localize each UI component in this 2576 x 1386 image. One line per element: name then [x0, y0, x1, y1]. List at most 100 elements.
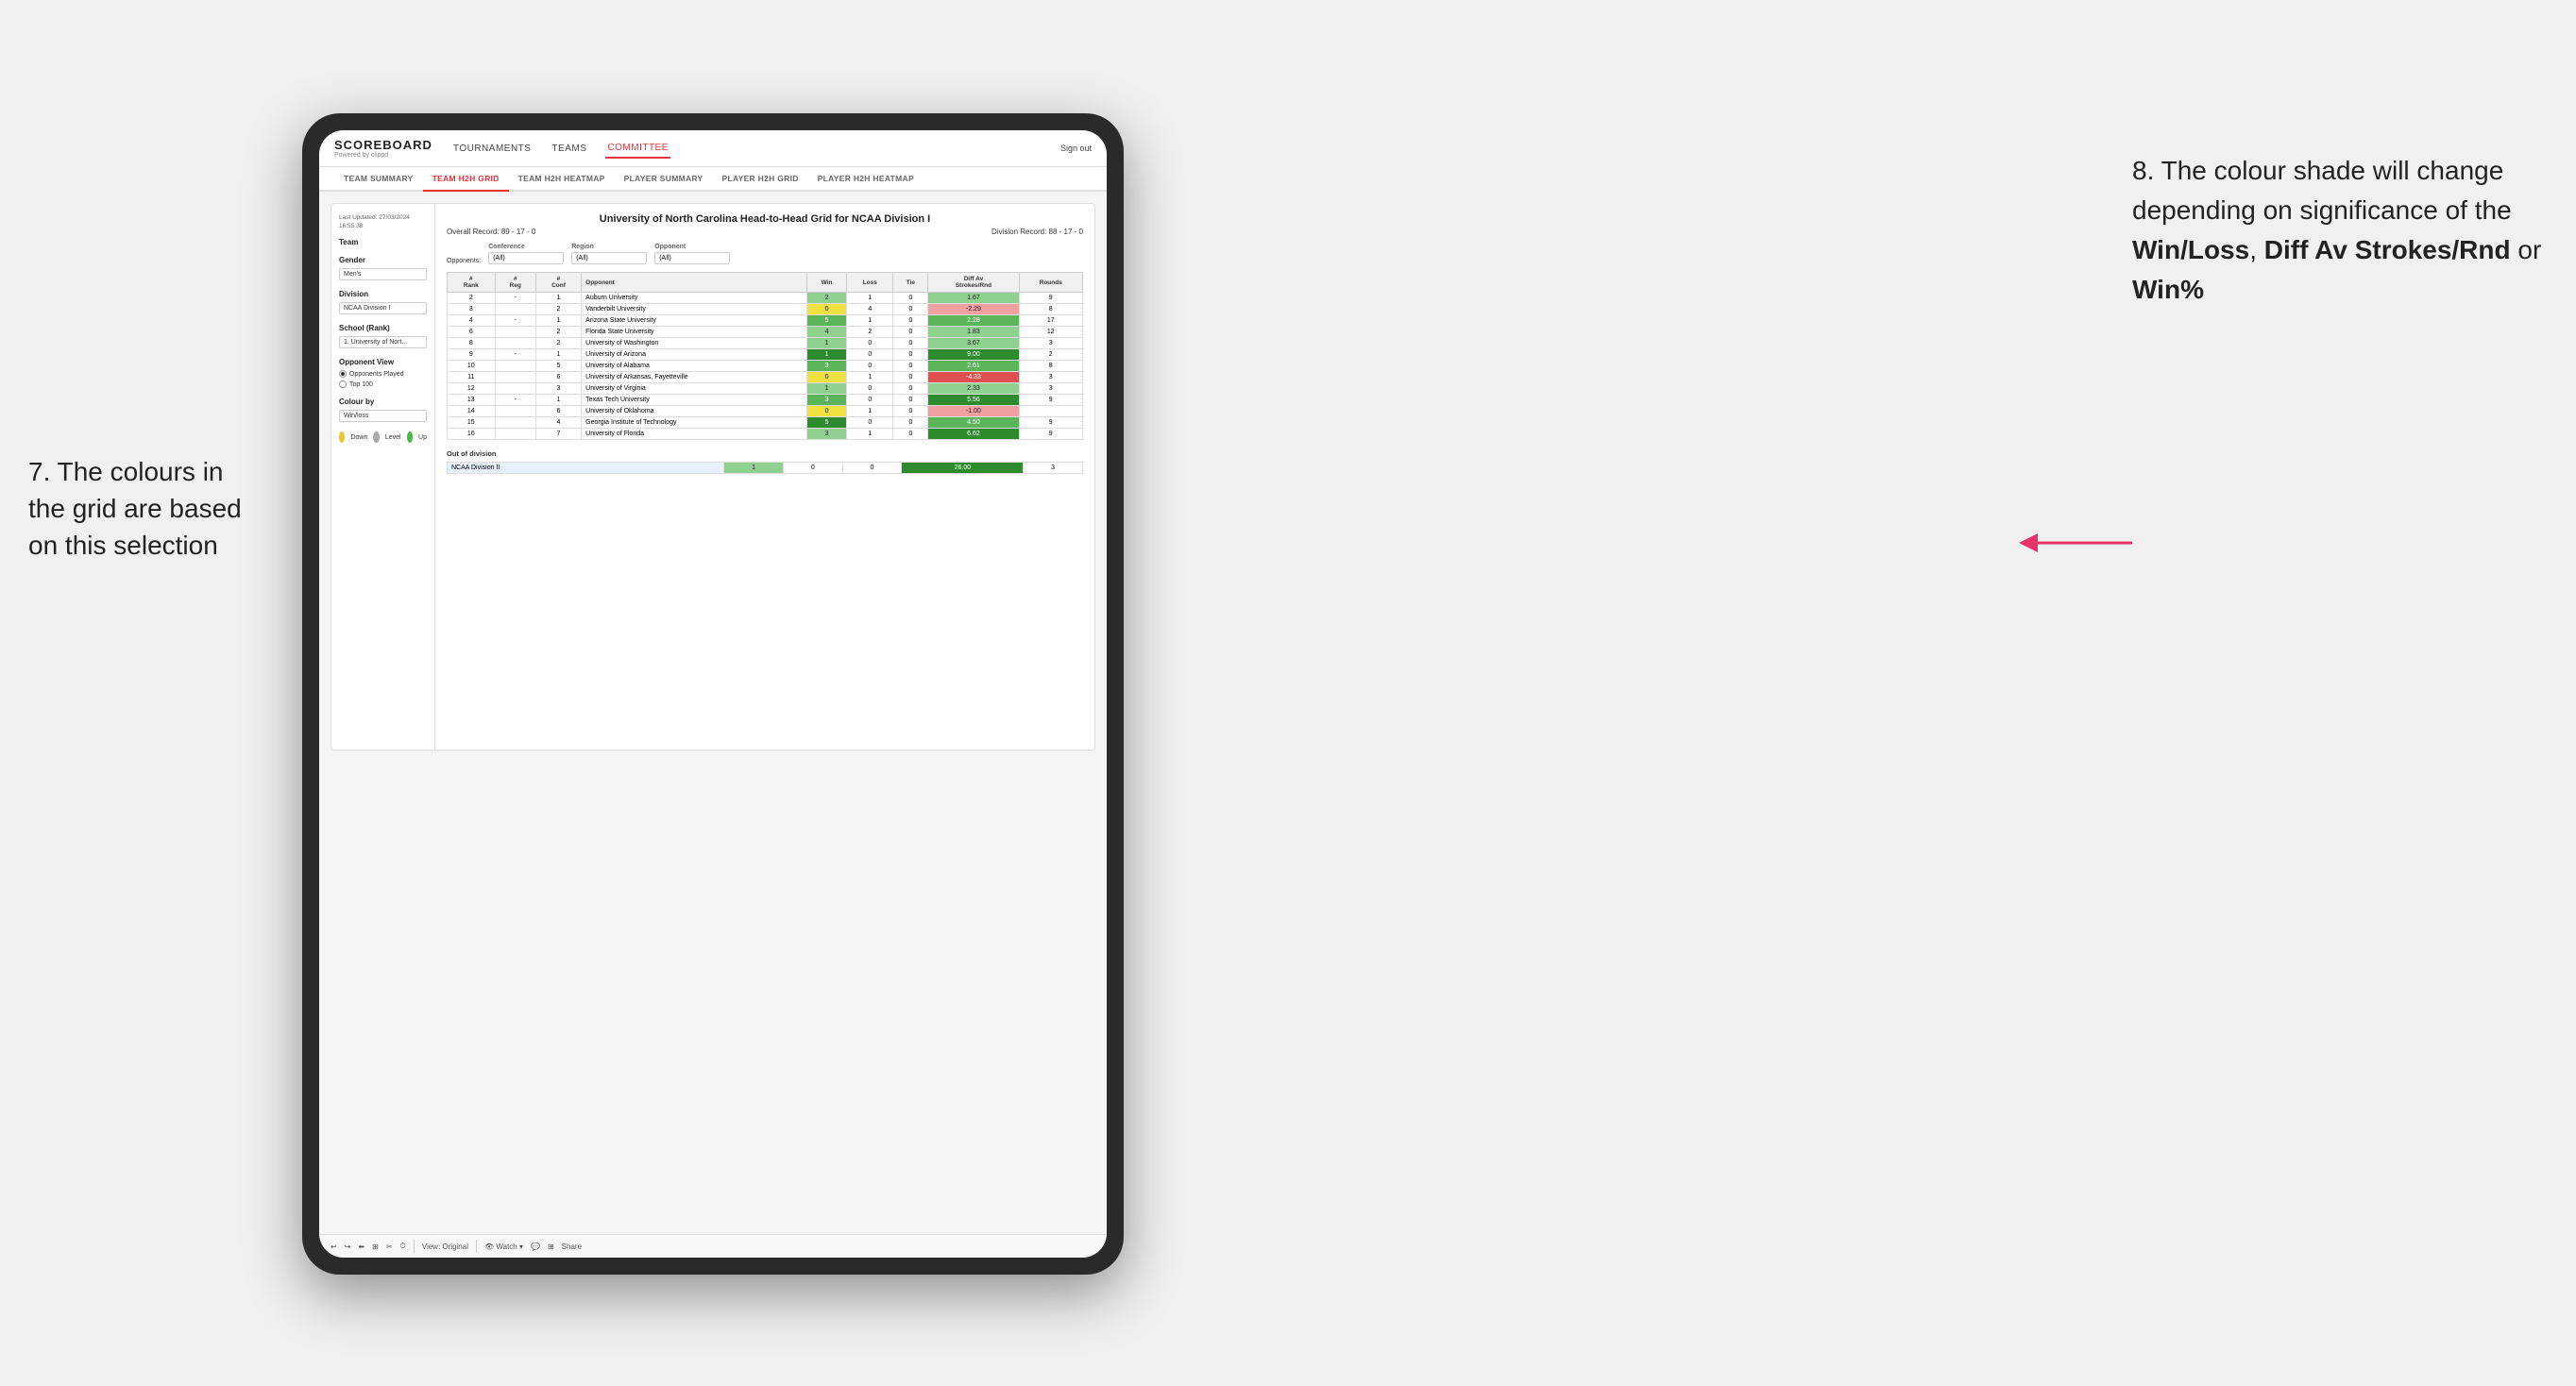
annotation-left: 7. The colours in the grid are based on …: [28, 453, 293, 565]
cell-win: 2: [806, 293, 846, 304]
cell-diff: 2.28: [928, 315, 1019, 327]
table-row: 9 - 1 University of Arizona 1 0 0 9.00 2: [448, 349, 1083, 361]
tab-team-summary[interactable]: TEAM SUMMARY: [334, 167, 423, 192]
cell-rank: 3: [448, 304, 496, 315]
division-label: Division: [339, 290, 427, 298]
legend-label-down: Down: [350, 434, 367, 441]
cell-tie: 0: [893, 429, 928, 440]
cell-win: 4: [806, 327, 846, 338]
tab-team-h2h-heatmap[interactable]: TEAM H2H HEATMAP: [509, 167, 615, 192]
cell-conf: 6: [535, 372, 581, 383]
cell-rank: 11: [448, 372, 496, 383]
region-filter: Region (All): [571, 244, 647, 264]
cell-win: 5: [806, 417, 846, 429]
cell-rank: 16: [448, 429, 496, 440]
cell-conf: 3: [535, 383, 581, 395]
cell-tie: 0: [893, 417, 928, 429]
main-content: Last Updated: 27/03/2024 16:55:38 Team G…: [319, 192, 1107, 1234]
toolbar-grid-icon[interactable]: ⊞: [548, 1242, 554, 1251]
conference-filter: Conference (All): [488, 244, 564, 264]
cell-tie: 0: [893, 383, 928, 395]
tab-player-h2h-heatmap[interactable]: PLAYER H2H HEATMAP: [808, 167, 924, 192]
cell-rounds: 3: [1019, 372, 1083, 383]
cell-reg: [495, 429, 535, 440]
toolbar-undo[interactable]: ↩: [330, 1242, 337, 1251]
cell-loss: 0: [847, 383, 893, 395]
toolbar-comment[interactable]: 💬: [531, 1242, 540, 1251]
cell-conf: 6: [535, 406, 581, 417]
sign-out[interactable]: Sign out: [1060, 144, 1092, 153]
right-panel: University of North Carolina Head-to-Hea…: [435, 204, 1094, 750]
radio-dot-opponents: [339, 370, 347, 378]
cell-tie: 0: [893, 338, 928, 349]
cell-rounds: [1019, 406, 1083, 417]
radio-top100[interactable]: Top 100: [339, 380, 427, 388]
opponent-view-radio-group: Opponents Played Top 100: [339, 370, 427, 388]
nav-tournaments[interactable]: TOURNAMENTS: [451, 140, 534, 158]
cell-conf: 7: [535, 429, 581, 440]
cell-loss: 2: [847, 327, 893, 338]
th-conf: #Conf: [535, 273, 581, 293]
toolbar-copy[interactable]: ⊞: [372, 1242, 379, 1251]
colour-by-select[interactable]: Win/loss: [339, 410, 427, 422]
cell-diff: -2.29: [928, 304, 1019, 315]
th-diff: Diff AvStrokes/Rnd: [928, 273, 1019, 293]
tab-player-summary[interactable]: PLAYER SUMMARY: [615, 167, 713, 192]
cell-win: 0: [806, 372, 846, 383]
cell-conf: 1: [535, 293, 581, 304]
tab-player-h2h-grid[interactable]: PLAYER H2H GRID: [713, 167, 808, 192]
cell-win: 1: [724, 463, 784, 474]
cell-tie: 0: [893, 372, 928, 383]
sub-nav: TEAM SUMMARY TEAM H2H GRID TEAM H2H HEAT…: [319, 167, 1107, 192]
cell-loss: 0: [783, 463, 842, 474]
cell-rank: 6: [448, 327, 496, 338]
toolbar-watch[interactable]: 👁 Watch ▾: [484, 1242, 523, 1251]
cell-reg: [495, 372, 535, 383]
toolbar-back[interactable]: ⬅: [358, 1242, 364, 1251]
gender-select[interactable]: Men's: [339, 268, 427, 280]
cell-reg: [495, 304, 535, 315]
legend-dot-level: [373, 431, 379, 443]
cell-opponent: University of Virginia: [582, 383, 807, 395]
cell-opponent: Texas Tech University: [582, 395, 807, 406]
region-select[interactable]: (All): [571, 252, 647, 264]
toolbar-share[interactable]: Share: [562, 1242, 582, 1251]
cell-loss: 0: [847, 338, 893, 349]
school-rank-select[interactable]: 1. University of Nort...: [339, 336, 427, 348]
nav-teams[interactable]: TEAMS: [550, 140, 588, 158]
cell-win: 1: [806, 383, 846, 395]
tab-team-h2h-grid[interactable]: TEAM H2H GRID: [423, 167, 509, 192]
colour-by-label: Colour by: [339, 397, 427, 406]
cell-win: 1: [806, 338, 846, 349]
division-record: Division Record: 88 - 17 - 0: [991, 228, 1083, 236]
toolbar-clock[interactable]: ⏱: [400, 1242, 406, 1251]
cell-rank: 14: [448, 406, 496, 417]
toolbar-redo[interactable]: ↪: [345, 1242, 351, 1251]
nav-committee[interactable]: COMMITTEE: [605, 139, 670, 159]
cell-tie: 0: [893, 304, 928, 315]
cell-rank: 8: [448, 338, 496, 349]
cell-loss: 0: [847, 395, 893, 406]
cell-tie: 0: [893, 395, 928, 406]
annotation-right: 8. The colour shade will change dependin…: [2132, 151, 2548, 310]
cell-conf: 1: [535, 315, 581, 327]
division-select[interactable]: NCAA Division I: [339, 302, 427, 314]
cell-diff: -1.00: [928, 406, 1019, 417]
cell-loss: 0: [847, 349, 893, 361]
radio-opponents-played[interactable]: Opponents Played: [339, 370, 427, 378]
cell-loss: 1: [847, 372, 893, 383]
th-rank: #Rank: [448, 273, 496, 293]
conference-select[interactable]: (All): [488, 252, 564, 264]
cell-conf: 2: [535, 327, 581, 338]
toolbar-cut[interactable]: ✂: [386, 1242, 393, 1251]
table-row: 13 - 1 Texas Tech University 3 0 0 5.56 …: [448, 395, 1083, 406]
toolbar-view[interactable]: View: Original: [422, 1242, 468, 1251]
cell-rank: 2: [448, 293, 496, 304]
cell-reg: -: [495, 315, 535, 327]
cell-win: 3: [806, 429, 846, 440]
table-row: 14 6 University of Oklahoma 0 1 0 -1.00: [448, 406, 1083, 417]
opponent-select[interactable]: (All): [654, 252, 730, 264]
cell-loss: 0: [847, 417, 893, 429]
th-loss: Loss: [847, 273, 893, 293]
cell-opponent: University of Oklahoma: [582, 406, 807, 417]
